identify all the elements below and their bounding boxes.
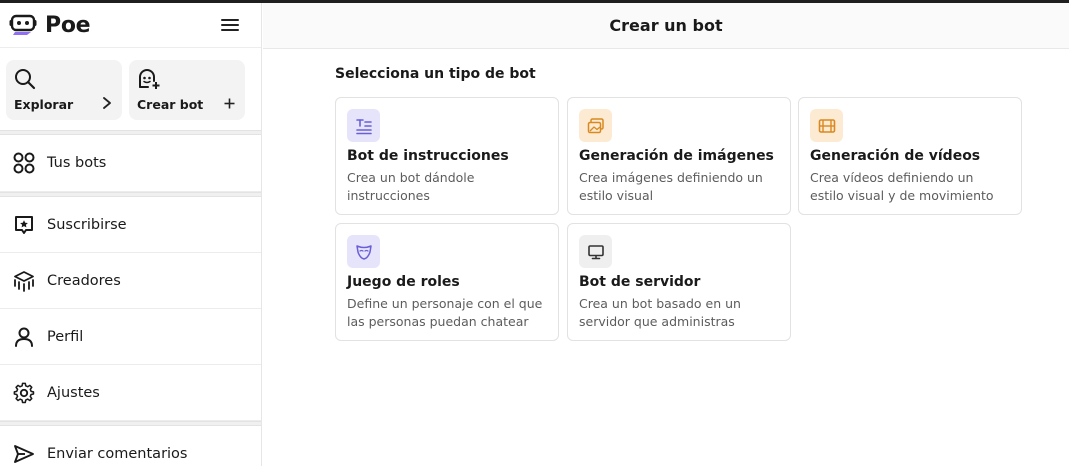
user-icon [13,326,35,348]
bot-type-card-server[interactable]: Bot de servidor Crea un bot basado en un… [567,223,791,341]
card-title: Juego de roles [347,274,460,290]
card-title: Generación de imágenes [579,148,774,164]
sidebar-item-label: Enviar comentarios [47,445,188,462]
bot-plus-icon [137,68,161,94]
card-title: Bot de instrucciones [347,148,509,164]
card-description: Crea un bot dándole instrucciones [347,170,475,203]
sidebar-item-creators[interactable]: Creadores [0,253,261,309]
sidebar-item-send-feedback[interactable]: Enviar comentarios [0,426,261,466]
main-header: Crear un bot [263,3,1069,49]
card-description: Crea vídeos definiendo un estilo visual … [810,170,994,203]
bot-type-card-instructions[interactable]: Bot de instrucciones Crea un bot dándole… [335,97,559,215]
explore-button[interactable]: Explorar [6,60,122,120]
card-title: Bot de servidor [579,274,701,290]
sidebar-item-label: Suscribirse [47,216,127,233]
sidebar-item-profile[interactable]: Perfil [0,309,261,365]
gear-icon [13,382,35,404]
plus-icon [224,97,235,113]
sidebar-item-label: Creadores [47,272,121,289]
text-lines-icon [347,109,380,142]
sidebar-item-label: Ajustes [47,384,100,401]
mask-icon [347,235,380,268]
images-icon [579,109,612,142]
hamburger-menu-icon[interactable] [221,17,239,33]
film-icon [810,109,843,142]
card-description: Crea un bot basado en un servidor que ad… [579,296,741,329]
creators-icon [13,270,35,292]
card-title: Generación de vídeos [810,148,981,164]
sidebar-header: Poe [0,3,261,48]
sidebar-item-your-bots[interactable]: Tus bots [0,135,261,192]
poe-logo[interactable]: Poe [9,10,91,40]
bots-grid-icon [13,152,35,174]
bot-type-card-image-generation[interactable]: Generación de imágenes Crea imágenes def… [567,97,791,215]
sidebar-item-label: Tus bots [47,155,107,171]
sidebar-item-subscribe[interactable]: Suscribirse [0,197,261,253]
send-icon [13,443,35,465]
poe-logo-icon [9,10,39,40]
page-title: Crear un bot [609,16,723,35]
chevron-right-icon [102,97,112,113]
bot-type-card-video-generation[interactable]: Generación de vídeos Crea vídeos definie… [798,97,1022,215]
search-icon [14,68,36,94]
section-title: Selecciona un tipo de bot [335,66,536,82]
card-description: Crea imágenes definiendo un estilo visua… [579,170,763,203]
create-bot-button[interactable]: Crear bot [129,60,245,120]
sidebar-item-label: Perfil [47,328,84,345]
monitor-icon [579,235,612,268]
star-badge-icon [13,214,35,236]
quick-actions: Explorar Crear bot [0,48,261,130]
bot-type-card-roleplay[interactable]: Juego de roles Define un personaje con e… [335,223,559,341]
explore-label: Explorar [14,97,74,112]
app-name: Poe [45,12,91,38]
card-description: Define un personaje con el que las perso… [347,296,543,329]
sidebar: Poe Explorar Crear bot Tus bots Suscribi… [0,3,262,466]
sidebar-item-settings[interactable]: Ajustes [0,365,261,421]
main-panel: Crear un bot Selecciona un tipo de bot B… [263,3,1069,466]
create-bot-label: Crear bot [137,97,204,112]
